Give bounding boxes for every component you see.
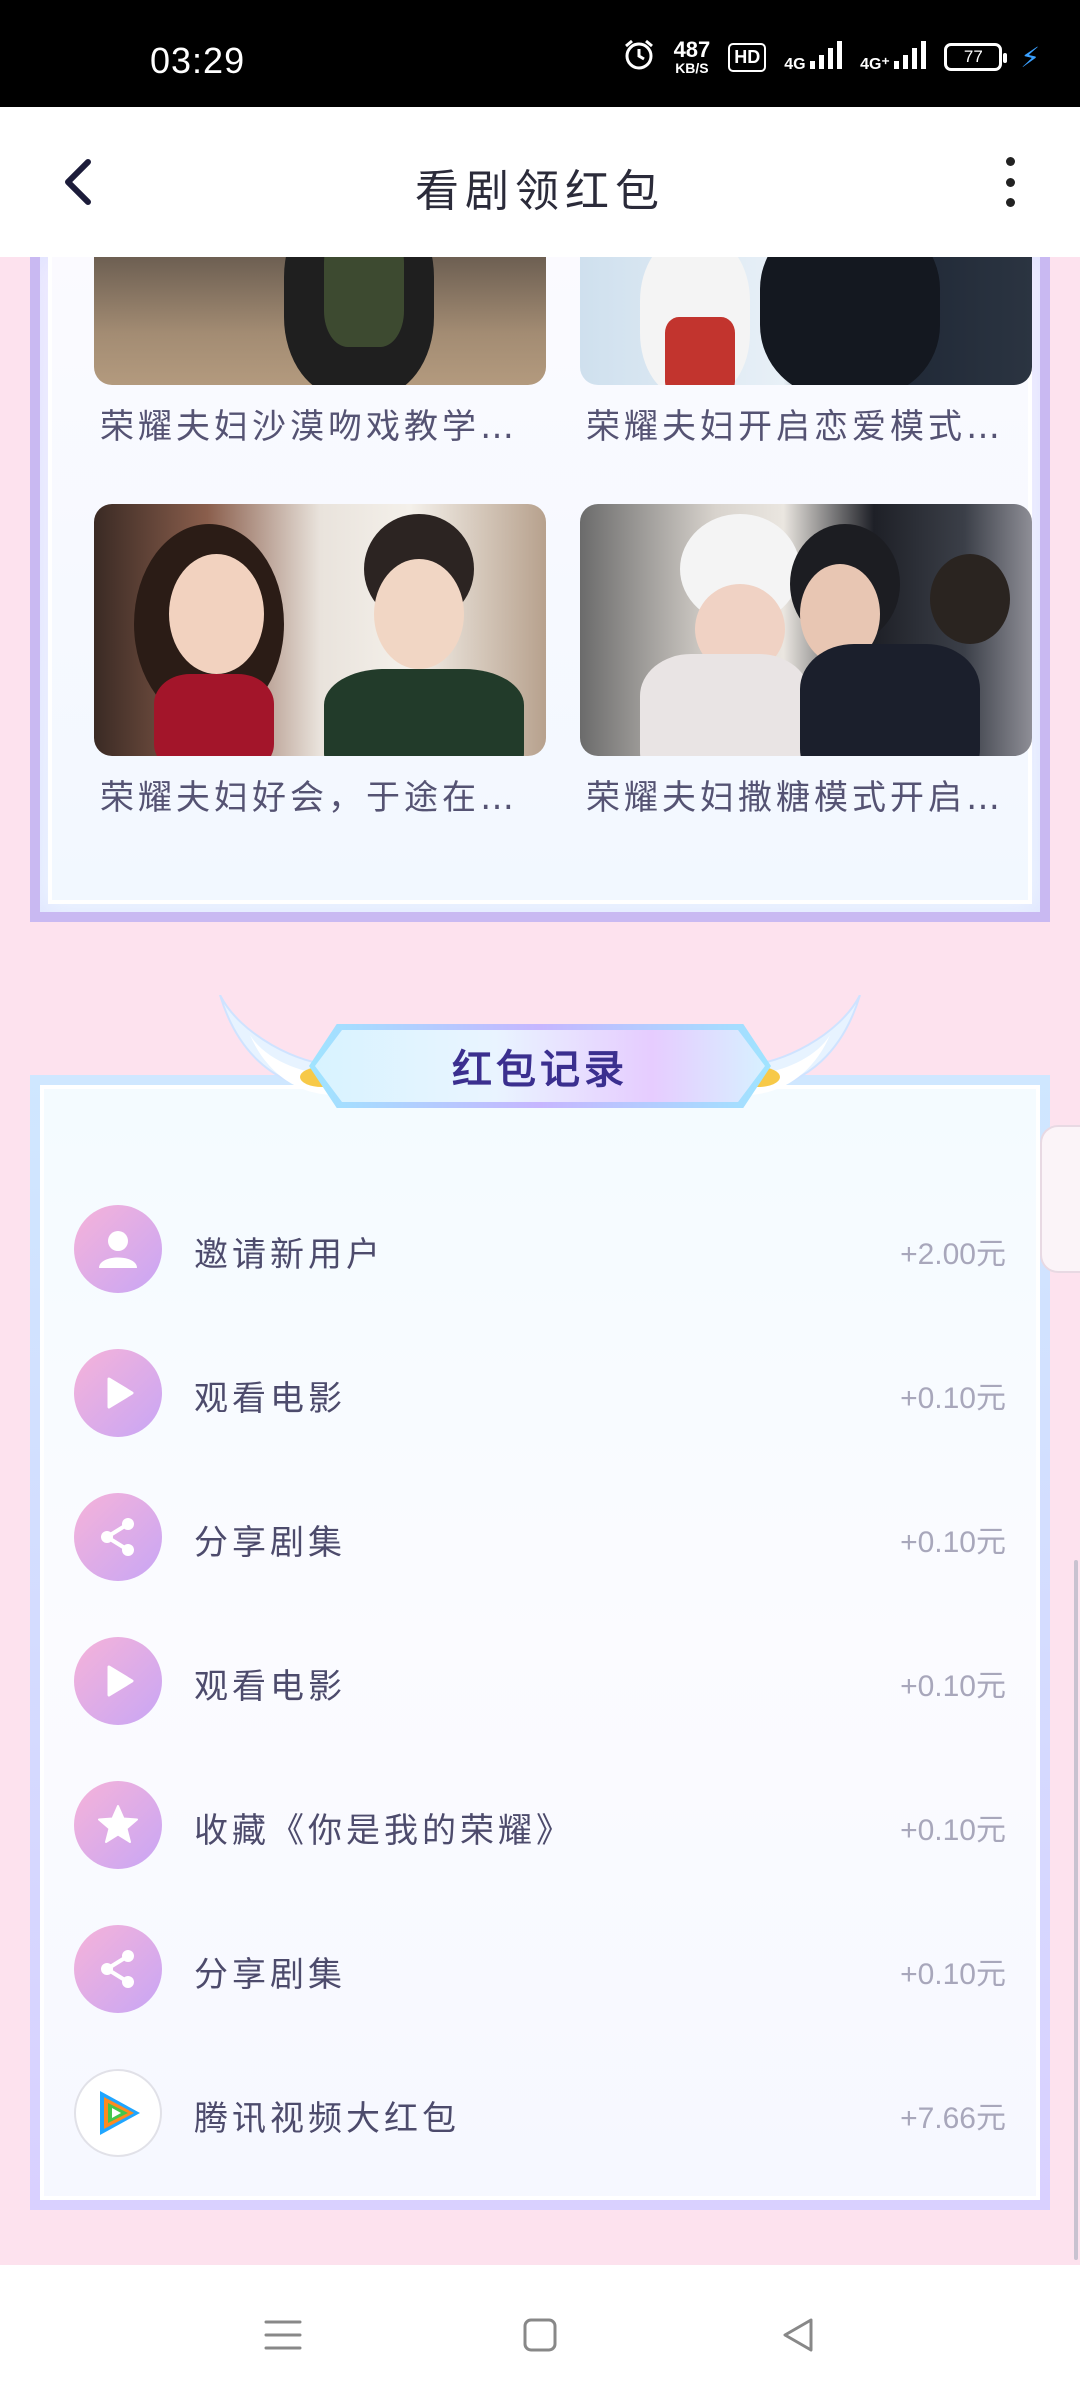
page-title: 看剧领红包: [415, 166, 665, 217]
record-amount: +2.00元: [900, 1238, 1006, 1271]
video-title[interactable]: 荣耀夫妇撒糖模式开启…: [586, 770, 1026, 819]
hd-badge: HD: [728, 42, 767, 72]
video-title[interactable]: 荣耀夫妇好会，于途在…: [100, 770, 540, 819]
record-row: 观看电影 +0.10元: [44, 1631, 1036, 1731]
battery-level: 77: [963, 47, 983, 66]
video-title[interactable]: 荣耀夫妇开启恋爱模式…: [586, 399, 1026, 448]
system-nav-bar: [0, 2265, 1080, 2400]
alarm-icon: [622, 38, 656, 77]
net-speed: 487 KB/S: [673, 37, 711, 76]
video-thumbnail[interactable]: [580, 504, 1032, 756]
record-row: 邀请新用户 +2.00元: [44, 1199, 1036, 1299]
record-label: 邀请新用户: [194, 1235, 384, 1275]
menu-icon: [264, 2320, 302, 2350]
charging-icon: ⚡: [1020, 40, 1040, 74]
net-speed-value: 487: [673, 37, 711, 62]
signal-bars-icon: [894, 40, 927, 69]
record-label: 分享剧集: [194, 1523, 346, 1563]
record-row: 观看电影 +0.10元: [44, 1343, 1036, 1443]
more-dot-icon: [1005, 157, 1015, 166]
record-row: 分享剧集 +0.10元: [44, 1487, 1036, 1587]
records-list: 邀请新用户 +2.00元 观看电影 +0.10元 分享剧集 +0.10元 观看电…: [40, 1085, 1040, 2200]
record-amount: +0.10元: [900, 1670, 1006, 1703]
record-amount: +0.10元: [900, 1814, 1006, 1847]
side-floating-tab[interactable]: [1040, 1125, 1080, 1273]
record-row: 收藏《你是我的荣耀》 +0.10元: [44, 1775, 1036, 1875]
record-label: 分享剧集: [194, 1955, 346, 1995]
tencent-video-icon: [74, 2069, 162, 2157]
square-home-icon: [523, 2318, 557, 2352]
more-options-button[interactable]: [1000, 157, 1020, 207]
records-panel: 邀请新用户 +2.00元 观看电影 +0.10元 分享剧集 +0.10元 观看电…: [30, 1075, 1050, 2210]
more-dot-icon: [1005, 177, 1015, 187]
record-amount: +7.66元: [900, 2102, 1006, 2135]
record-row: 腾讯视频大红包 +7.66元: [44, 2063, 1036, 2163]
net-speed-unit: KB/S: [675, 60, 709, 76]
recent-apps-button[interactable]: [258, 2310, 308, 2360]
record-label: 收藏《你是我的荣耀》: [194, 1811, 574, 1851]
signal-1-label: 4G: [784, 55, 806, 73]
share-icon: [74, 1925, 162, 2013]
video-thumbnail[interactable]: [580, 257, 1032, 385]
user-icon: [74, 1205, 162, 1293]
more-dot-icon: [1005, 198, 1015, 207]
status-icons: 487 KB/S HD 4G 4G⁺ 77 ⚡: [622, 37, 1040, 77]
record-amount: +0.10元: [900, 1382, 1006, 1415]
star-icon: [74, 1781, 162, 1869]
signal-1: 4G: [784, 40, 843, 74]
record-label: 观看电影: [194, 1379, 346, 1419]
record-row: 分享剧集 +0.10元: [44, 1919, 1036, 2019]
scrollbar[interactable]: [1074, 1560, 1078, 2260]
record-label: 观看电影: [194, 1667, 346, 1707]
record-label: 腾讯视频大红包: [194, 2099, 460, 2139]
play-icon: [74, 1637, 162, 1725]
record-amount: +0.10元: [900, 1958, 1006, 1991]
video-thumbnail[interactable]: [94, 257, 546, 385]
video-panel: 荣耀夫妇沙漠吻戏教学… 荣耀夫妇开启恋爱模式… 荣耀夫妇好会，于途在… 荣耀夫妇…: [30, 257, 1050, 922]
play-icon: [74, 1349, 162, 1437]
records-header: 红包记录: [210, 985, 870, 1115]
video-panel-inner: 荣耀夫妇沙漠吻戏教学… 荣耀夫妇开启恋爱模式… 荣耀夫妇好会，于途在… 荣耀夫妇…: [48, 257, 1032, 904]
status-bar: 03:29 487 KB/S HD 4G 4G⁺ 77 ⚡: [0, 0, 1080, 107]
signal-2-label: 4G⁺: [860, 55, 890, 73]
records-title-banner: 红包记录: [315, 1030, 765, 1102]
video-thumbnail[interactable]: [94, 504, 546, 756]
system-back-button[interactable]: [773, 2310, 823, 2360]
triangle-back-icon: [783, 2318, 813, 2352]
battery-icon: 77: [944, 43, 1008, 71]
home-button[interactable]: [515, 2310, 565, 2360]
video-title[interactable]: 荣耀夫妇沙漠吻戏教学…: [100, 399, 540, 448]
record-amount: +0.10元: [900, 1526, 1006, 1559]
signal-2: 4G⁺: [860, 40, 927, 74]
status-time: 03:29: [150, 40, 246, 81]
records-title: 红包记录: [452, 1047, 628, 1093]
signal-bars-icon: [810, 40, 843, 69]
header-bar: 看剧领红包: [0, 107, 1080, 257]
share-icon: [74, 1493, 162, 1581]
